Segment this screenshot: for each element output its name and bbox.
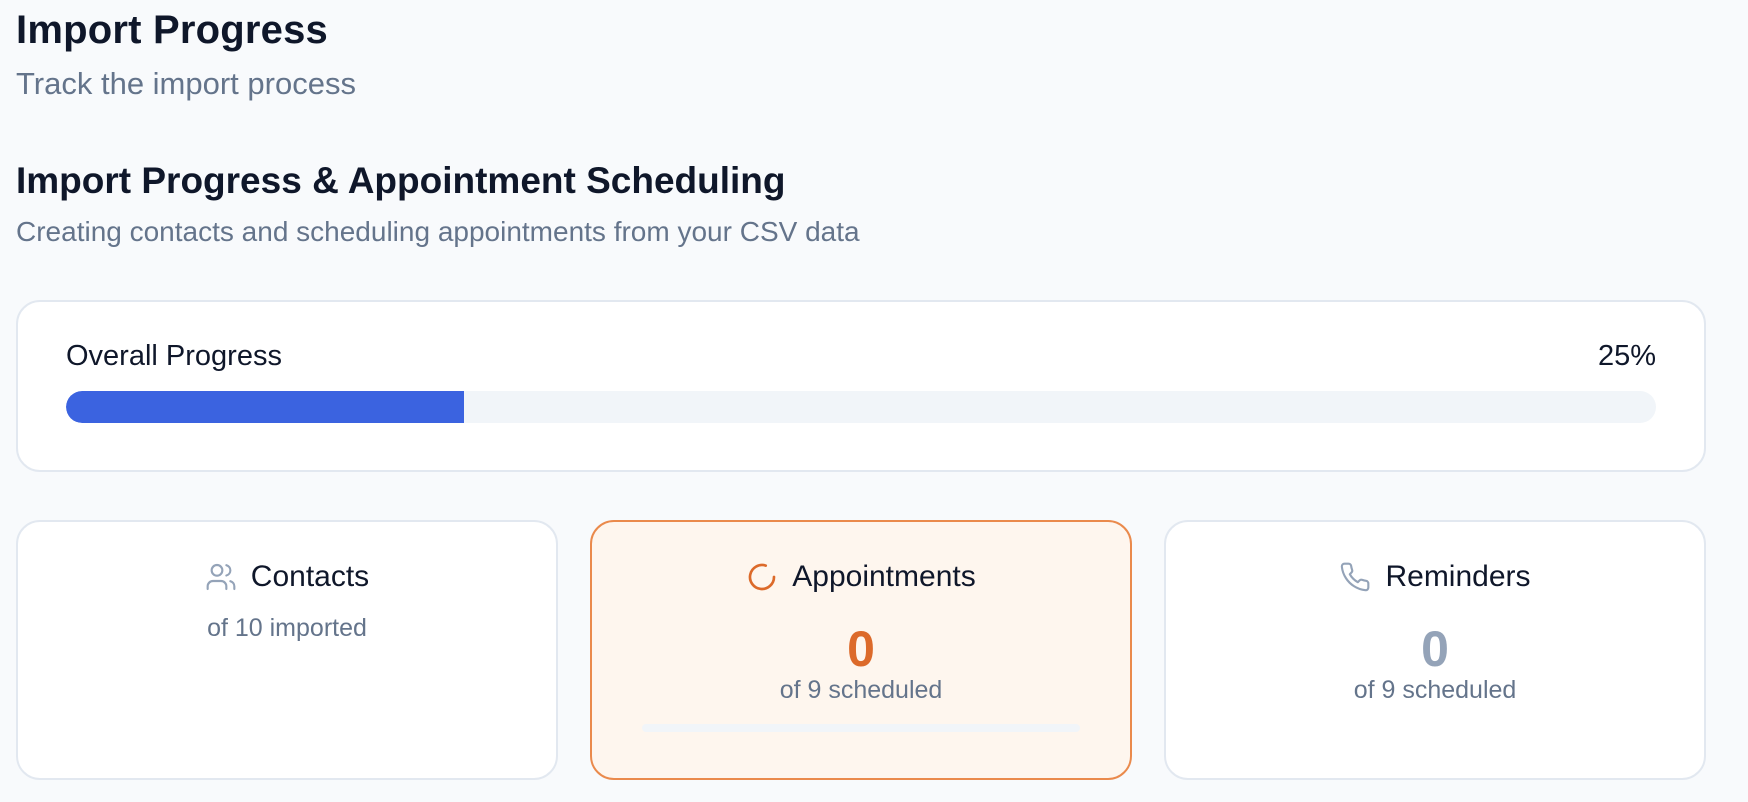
appointments-count: 0 xyxy=(847,621,875,677)
phone-icon xyxy=(1339,561,1371,593)
overall-progress-fill xyxy=(66,391,464,423)
reminders-title: Reminders xyxy=(1385,560,1531,593)
section-subtitle: Creating contacts and scheduling appoint… xyxy=(16,216,860,247)
section-title: Import Progress & Appointment Scheduling xyxy=(16,160,786,201)
appointments-card: Appointments 0 of 9 scheduled xyxy=(590,520,1132,780)
appointments-header: Appointments xyxy=(592,560,1130,594)
reminders-subtitle: of 9 scheduled xyxy=(1353,676,1517,704)
page-subtitle: Track the import process xyxy=(16,66,356,101)
contacts-header: Contacts xyxy=(18,560,556,594)
users-icon xyxy=(205,561,237,593)
overall-progress-bar xyxy=(66,391,1656,423)
reminders-count: 0 xyxy=(1421,621,1449,677)
appointments-subtitle: of 9 scheduled xyxy=(779,676,943,704)
overall-progress-card: Overall Progress 25% xyxy=(16,300,1706,472)
page-title: Import Progress xyxy=(16,8,328,52)
loading-spinner-icon xyxy=(746,561,778,593)
contacts-subtitle: of 10 imported xyxy=(207,614,367,642)
reminders-card: Reminders 0 of 9 scheduled xyxy=(1164,520,1706,780)
overall-progress-label: Overall Progress xyxy=(66,340,282,372)
contacts-card: Contacts of 10 imported xyxy=(16,520,558,780)
contacts-title: Contacts xyxy=(250,560,370,593)
reminders-header: Reminders xyxy=(1166,560,1704,594)
overall-progress-percent: 25% xyxy=(1597,340,1656,372)
appointments-progress-bar xyxy=(642,724,1080,732)
appointments-title: Appointments xyxy=(792,560,976,593)
import-progress-page: Import Progress Track the import process… xyxy=(0,0,1748,802)
